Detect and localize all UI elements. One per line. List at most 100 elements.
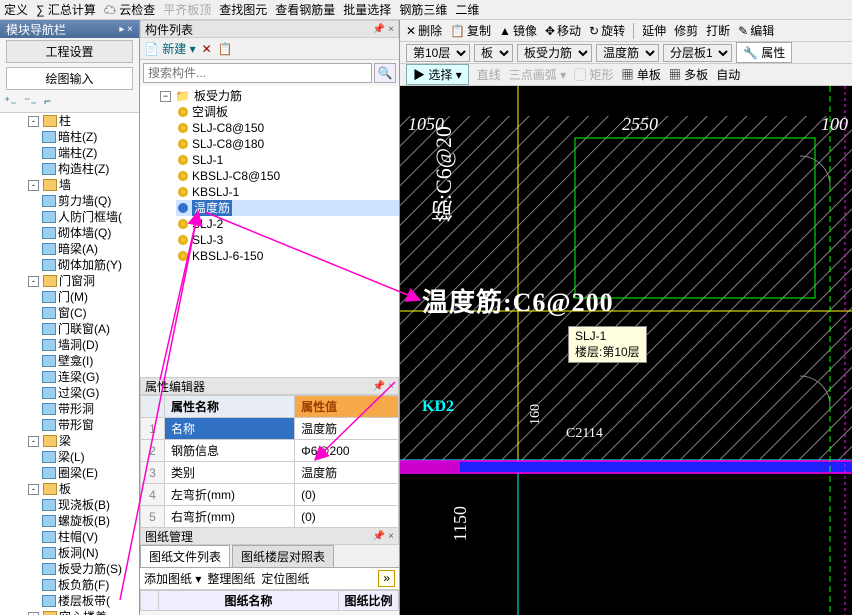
tree-group[interactable]: -板 [14, 481, 139, 497]
category-select[interactable]: 板 [474, 44, 513, 62]
mirror-button[interactable]: ▲ 镜像 [499, 22, 537, 39]
tree-item[interactable]: 板负筋(F) [28, 577, 139, 593]
tb-2d[interactable]: 二维 [455, 1, 479, 18]
tree-opt-icon[interactable]: ⌐ [44, 94, 60, 110]
tree-item[interactable]: 构造柱(Z) [28, 161, 139, 177]
floor-select[interactable]: 第10层 [406, 44, 470, 62]
auto-button[interactable]: 自动 [716, 66, 740, 83]
tree-item[interactable]: 板受力筋(S) [28, 561, 139, 577]
component-item[interactable]: SLJ-C8@150 [176, 120, 399, 136]
component-item[interactable]: KBSLJ-1 [176, 184, 399, 200]
edit-dd-button[interactable]: ✎ 编辑 [738, 22, 774, 39]
cad-viewport[interactable]: 1050 2550 100 温度筋:C6@200 筋:C6@20 KD2 C21… [400, 86, 852, 615]
subcat-select[interactable]: 板受力筋 [517, 44, 592, 62]
collapse-tree-icon[interactable]: ⁻₋ [24, 94, 40, 110]
layer-select[interactable]: 分层板1 [663, 44, 732, 62]
item-select[interactable]: 温度筋 [596, 44, 659, 62]
tree-item[interactable]: 砌体加筋(Y) [28, 257, 139, 273]
tree-item[interactable]: 带形洞 [28, 401, 139, 417]
tb-rebar[interactable]: 查看钢筋量 [275, 1, 335, 18]
tree-group[interactable]: -柱 [14, 113, 139, 129]
component-item[interactable]: SLJ-2 [176, 216, 399, 232]
dwg-pin-icon[interactable]: 📌 × [373, 531, 394, 542]
locate-drawing-button[interactable]: 定位图纸 [261, 570, 309, 587]
tree-item[interactable]: 圈梁(E) [28, 465, 139, 481]
copy-button[interactable]: 📋 复制 [450, 22, 491, 39]
tree-item[interactable]: 壁龛(I) [28, 353, 139, 369]
tree-item[interactable]: 端柱(Z) [28, 145, 139, 161]
property-row[interactable]: 5右弯折(mm)(0) [141, 506, 399, 528]
panel-pin-icon[interactable]: 📌 × [373, 24, 394, 35]
tree-item[interactable]: 剪力墙(Q) [28, 193, 139, 209]
tab-drawing-files[interactable]: 图纸文件列表 [140, 545, 230, 567]
property-row[interactable]: 2钢筋信息Φ6@200 [141, 440, 399, 462]
tree-item[interactable]: 暗柱(Z) [28, 129, 139, 145]
tb-sum[interactable]: ∑ 汇总计算 [36, 1, 96, 18]
component-item[interactable]: 温度筋 [176, 200, 399, 216]
tree-item[interactable]: 窗(C) [28, 305, 139, 321]
break-button[interactable]: 打断 [706, 22, 730, 39]
nav-title-pin[interactable]: ▸ × [119, 24, 133, 35]
multi-button[interactable]: ▦ 多板 [669, 66, 708, 83]
tb-flat[interactable]: 平齐板顶 [163, 1, 211, 18]
project-settings-button[interactable]: 工程设置 [6, 40, 133, 63]
expand-tree-icon[interactable]: ⁺₋ [4, 94, 20, 110]
tree-item[interactable]: 柱帽(V) [28, 529, 139, 545]
tree-group[interactable]: -梁 [14, 433, 139, 449]
add-drawing-button[interactable]: 添加图纸 ▾ [144, 570, 201, 587]
component-item[interactable]: SLJ-3 [176, 232, 399, 248]
component-item[interactable]: KBSLJ-6-150 [176, 248, 399, 264]
property-row[interactable]: 1名称温度筋 [141, 418, 399, 440]
tree-group[interactable]: -墙 [14, 177, 139, 193]
property-row[interactable]: 3类别温度筋 [141, 462, 399, 484]
tab-floor-map[interactable]: 图纸楼层对照表 [232, 545, 334, 567]
new-component-button[interactable]: 📄 新建 ▾ [144, 40, 196, 57]
property-grid[interactable]: 属性名称属性值 1名称温度筋2钢筋信息Φ6@2003类别温度筋4左弯折(mm)(… [140, 395, 399, 527]
tb-3d[interactable]: 钢筋三维 [399, 1, 447, 18]
extend-button[interactable]: 延伸 [642, 22, 666, 39]
prop-pin-icon[interactable]: 📌 × [373, 381, 394, 392]
component-item[interactable]: 空调板 [176, 104, 399, 120]
rect-button[interactable]: ▢ 矩形 [574, 66, 613, 83]
component-item[interactable]: SLJ-C8@180 [176, 136, 399, 152]
tree-item[interactable]: 暗梁(A) [28, 241, 139, 257]
component-item[interactable]: KBSLJ-C8@150 [176, 168, 399, 184]
tree-item[interactable]: 带形窗 [28, 417, 139, 433]
search-button[interactable]: 🔍 [374, 63, 396, 83]
tb-find[interactable]: 查找图元 [219, 1, 267, 18]
tree-group[interactable]: -门窗洞 [14, 273, 139, 289]
single-button[interactable]: ▦ 单板 [621, 66, 660, 83]
tree-item[interactable]: 现浇板(B) [28, 497, 139, 513]
tree-item[interactable]: 过梁(G) [28, 385, 139, 401]
draw-input-button[interactable]: 绘图输入 [6, 67, 133, 90]
property-row[interactable]: 4左弯折(mm)(0) [141, 484, 399, 506]
delete-button[interactable]: ✕ 删除 [406, 22, 442, 39]
category-tree[interactable]: -柱暗柱(Z)端柱(Z)构造柱(Z)-墙剪力墙(Q)人防门框墙(砌体墙(Q)暗梁… [0, 113, 139, 615]
tree-item[interactable]: 板洞(N) [28, 545, 139, 561]
tb-batch[interactable]: 批量选择 [343, 1, 391, 18]
tree-item[interactable]: 门联窗(A) [28, 321, 139, 337]
search-input[interactable] [143, 63, 372, 83]
arc-button[interactable]: 三点画弧 ▾ [509, 66, 566, 83]
tree-item[interactable]: 墙洞(D) [28, 337, 139, 353]
select-button[interactable]: ▶ 选择 ▾ [406, 64, 469, 85]
copy-component-icon[interactable]: 📋 [218, 42, 233, 56]
tree-item[interactable]: 连梁(G) [28, 369, 139, 385]
drawing-grid[interactable]: 图纸名称 图纸比例 [140, 590, 399, 611]
component-tree[interactable]: − 📁 板受力筋空调板SLJ-C8@150SLJ-C8@180SLJ-1KBSL… [140, 86, 399, 377]
tree-item[interactable]: 楼层板带( [28, 593, 139, 609]
tree-item[interactable]: 门(M) [28, 289, 139, 305]
component-root[interactable]: − 📁 板受力筋 [158, 88, 399, 104]
move-button[interactable]: ✥ 移动 [545, 22, 581, 39]
trim-button[interactable]: 修剪 [674, 22, 698, 39]
tree-item[interactable]: 人防门框墙( [28, 209, 139, 225]
tree-item[interactable]: 螺旋板(B) [28, 513, 139, 529]
tree-item[interactable]: 梁(L) [28, 449, 139, 465]
tb-define[interactable]: 定义 [4, 1, 28, 18]
tb-cloud[interactable]: ☁ 云检查 [104, 1, 155, 18]
rotate-button[interactable]: ↻ 旋转 [589, 22, 625, 39]
line-button[interactable]: 直线 [477, 66, 501, 83]
dwg-more-icon[interactable]: » [378, 570, 395, 587]
component-item[interactable]: SLJ-1 [176, 152, 399, 168]
sort-drawing-button[interactable]: 整理图纸 [207, 570, 255, 587]
